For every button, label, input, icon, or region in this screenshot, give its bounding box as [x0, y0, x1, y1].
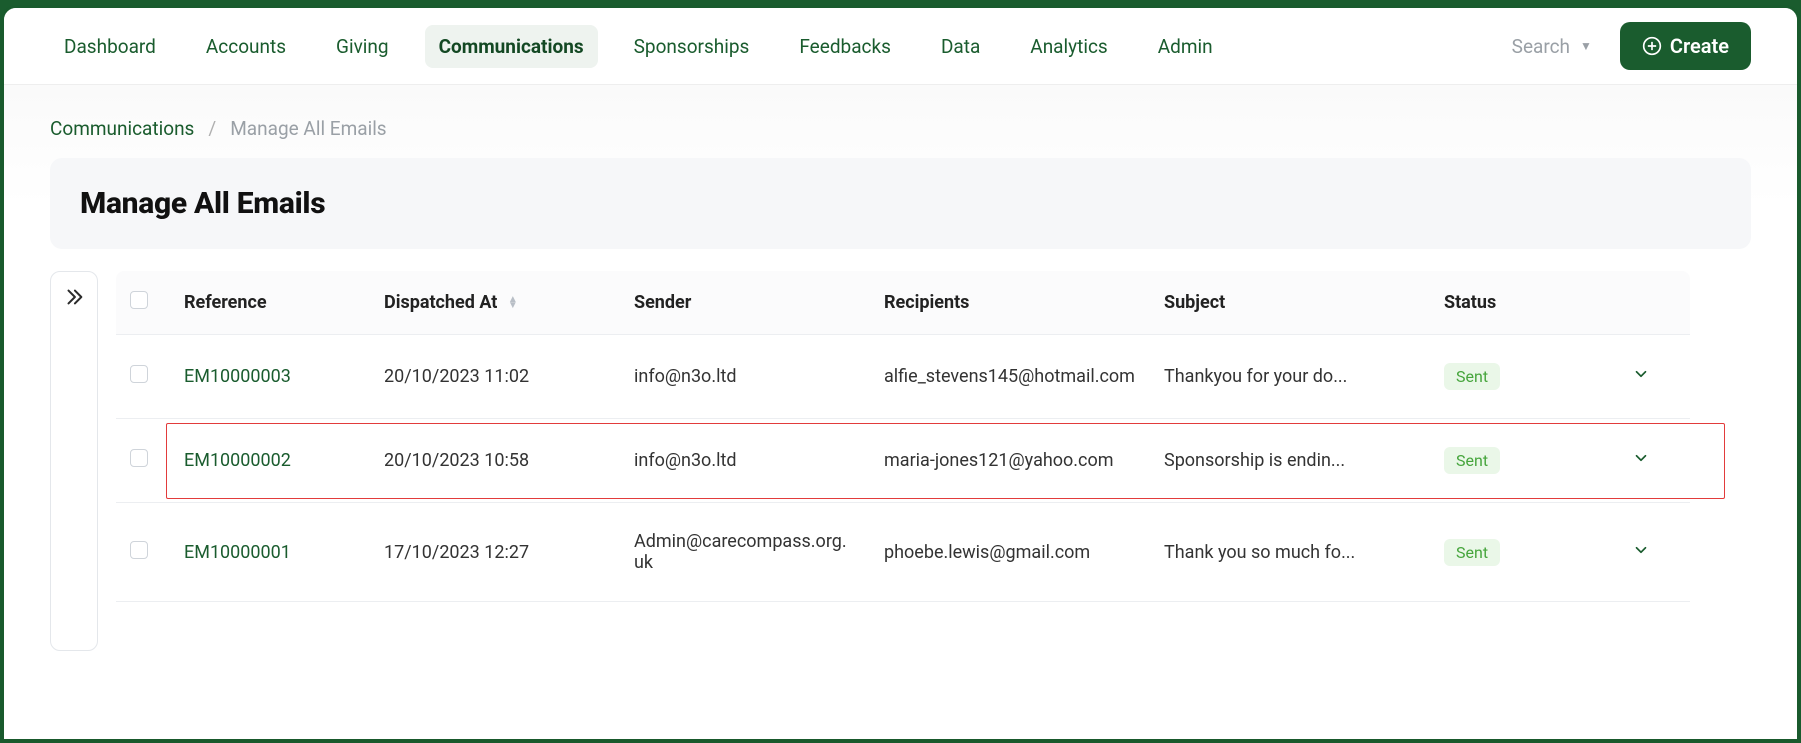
col-sender[interactable]: Sender: [620, 271, 870, 335]
subject-cell: Thankyou for your do...: [1150, 335, 1430, 419]
plus-circle-icon: [1642, 36, 1662, 56]
caret-down-icon: ▼: [1580, 39, 1592, 53]
col-dispatched-at-label: Dispatched At: [384, 292, 497, 313]
table-row: EM10000001 17/10/2023 12:27Admin@carecomp…: [116, 503, 1751, 602]
nav-admin[interactable]: Admin: [1144, 25, 1227, 68]
page-title-card: Manage All Emails: [50, 158, 1751, 249]
dispatched-at-cell: 17/10/2023 12:27: [370, 503, 620, 602]
sidebar-expand-toggle[interactable]: [50, 271, 98, 651]
breadcrumb-current: Manage All Emails: [230, 117, 386, 140]
col-status[interactable]: Status: [1430, 271, 1610, 335]
table-row: EM10000003 20/10/2023 11:02info@n3o.ltdal…: [116, 335, 1751, 419]
expand-row-button[interactable]: [1632, 365, 1650, 383]
nav-accounts[interactable]: Accounts: [192, 25, 300, 68]
dispatched-at-cell: 20/10/2023 10:58: [370, 419, 620, 503]
nav-feedbacks[interactable]: Feedbacks: [785, 25, 905, 68]
col-recipients[interactable]: Recipients: [870, 271, 1150, 335]
sender-cell: info@n3o.ltd: [620, 335, 870, 419]
sort-icon: ▲▼: [508, 297, 518, 309]
recipients-cell: phoebe.lewis@gmail.com: [870, 503, 1150, 602]
subject-cell: Thank you so much fo...: [1150, 503, 1430, 602]
col-reference[interactable]: Reference: [170, 271, 370, 335]
row-checkbox[interactable]: [130, 449, 148, 467]
page-title: Manage All Emails: [80, 186, 1721, 221]
chevron-double-right-icon: [63, 286, 85, 308]
dispatched-at-cell: 20/10/2023 11:02: [370, 335, 620, 419]
search-dropdown[interactable]: Search ▼: [1512, 35, 1592, 58]
reference-link[interactable]: EM10000001: [184, 542, 291, 563]
nav-communications[interactable]: Communications: [425, 25, 598, 68]
recipients-cell: maria-jones121@yahoo.com: [870, 419, 1150, 503]
nav-analytics[interactable]: Analytics: [1016, 25, 1121, 68]
create-button-label: Create: [1670, 34, 1729, 58]
status-badge: Sent: [1444, 363, 1500, 390]
breadcrumb-separator: /: [208, 117, 216, 140]
nav-data[interactable]: Data: [927, 25, 994, 68]
subject-cell: Sponsorship is endin...: [1150, 419, 1430, 503]
search-label: Search: [1512, 35, 1570, 58]
row-checkbox[interactable]: [130, 541, 148, 559]
breadcrumb-root[interactable]: Communications: [50, 117, 194, 140]
expand-row-button[interactable]: [1632, 449, 1650, 467]
status-badge: Sent: [1444, 447, 1500, 474]
top-navbar: Dashboard Accounts Giving Communications…: [4, 8, 1797, 85]
status-badge: Sent: [1444, 539, 1500, 566]
nav-giving[interactable]: Giving: [322, 25, 403, 68]
expand-row-button[interactable]: [1632, 541, 1650, 559]
sender-cell: Admin@carecompass.org.uk: [620, 503, 870, 602]
reference-link[interactable]: EM10000002: [184, 450, 291, 471]
emails-table: Reference Dispatched At ▲▼ Sender Recipi…: [116, 271, 1751, 602]
sender-cell: info@n3o.ltd: [620, 419, 870, 503]
col-subject[interactable]: Subject: [1150, 271, 1430, 335]
reference-link[interactable]: EM10000003: [184, 366, 291, 387]
table-row: EM10000002 20/10/2023 10:58info@n3o.ltdma…: [116, 419, 1751, 503]
nav-dashboard[interactable]: Dashboard: [50, 25, 170, 68]
breadcrumb: Communications / Manage All Emails: [50, 85, 1751, 158]
select-all-checkbox[interactable]: [130, 291, 148, 309]
row-checkbox[interactable]: [130, 365, 148, 383]
recipients-cell: alfie_stevens145@hotmail.com: [870, 335, 1150, 419]
col-dispatched-at[interactable]: Dispatched At ▲▼: [370, 271, 620, 335]
main-nav: Dashboard Accounts Giving Communications…: [50, 25, 1227, 68]
nav-sponsorships[interactable]: Sponsorships: [620, 25, 764, 68]
create-button[interactable]: Create: [1620, 22, 1751, 70]
